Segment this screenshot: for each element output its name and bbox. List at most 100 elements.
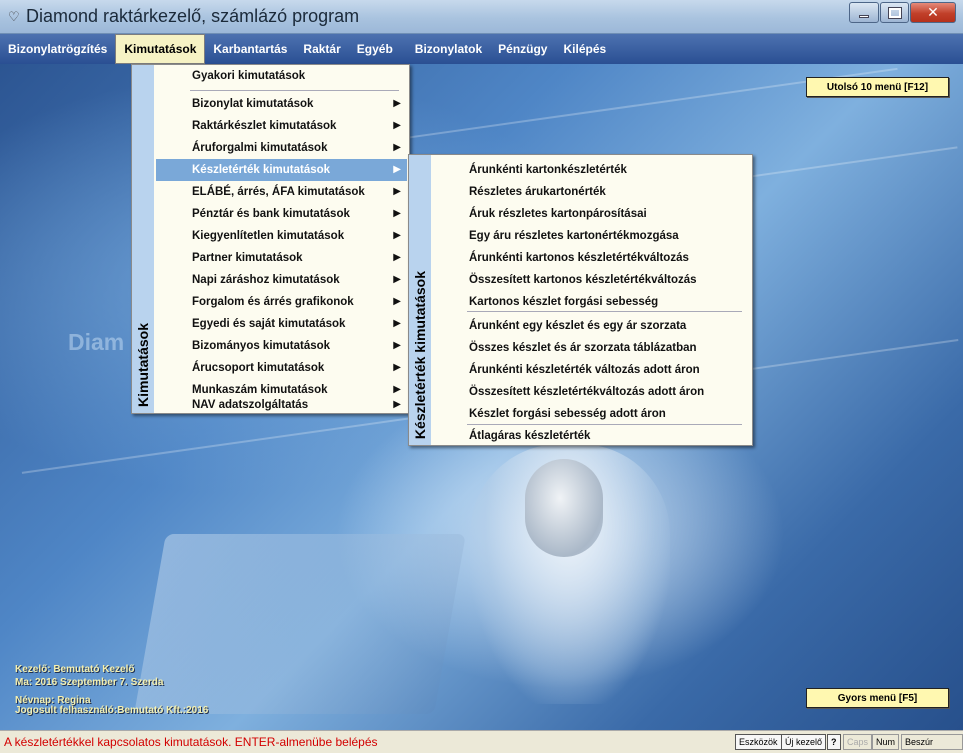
menu-item-label: Gyakori kimutatások [192,70,306,82]
licensed-user-info: Jogosult felhasználó:Bemutató Kft.:2016 [15,705,209,716]
menu2-item-osszesitett-keszletertekvaltozas[interactable]: Összesített kartonos készletértékváltozá… [433,269,750,291]
minimize-button[interactable] [849,2,879,23]
menu-item-label: Áruforgalmi kimutatások [192,142,328,154]
menu2-item-atlagaras-keszletertek[interactable]: Átlagáras készletérték [433,425,750,447]
menu1-item-penztar[interactable]: Pénztár és bank kimutatások ▶ [156,203,407,225]
menu1-item-partner[interactable]: Partner kimutatások ▶ [156,247,407,269]
insert-indicator: Beszúr [901,734,963,750]
menu-raktar[interactable]: Raktár [295,34,348,64]
submenu-arrow-icon: ▶ [393,362,401,373]
menu1-item-elabe[interactable]: ELÁBÉ, árrés, ÁFA kimutatások ▶ [156,181,407,203]
submenu-arrow-icon: ▶ [393,318,401,329]
menu2-item-aruk-kartonparositasai[interactable]: Áruk részletes kartonpárosításai [433,203,750,225]
help-button[interactable]: ? [827,734,841,750]
window-title: Diamond raktárkezelő, számlázó program [26,6,360,26]
menu-separator [190,90,399,91]
minimize-icon [859,15,869,18]
menu1-item-napi-zaras[interactable]: Napi záráshoz kimutatások ▶ [156,269,407,291]
menu1-item-bizomanyos[interactable]: Bizományos kimutatások ▶ [156,335,407,357]
menu2-item-arunkenti-valtozas-adott-aron[interactable]: Árunkénti készletérték változás adott ár… [433,359,750,381]
menu-item-label: Pénztár és bank kimutatások [192,208,350,220]
menu2-item-keszlet-es-ar-szorzata[interactable]: Árunként egy készlet és egy ár szorzata [433,315,750,337]
menu-kilepes[interactable]: Kilépés [555,34,614,64]
menu-item-label: Kiegyenlítetlen kimutatások [192,230,345,242]
menu-bar: Bizonylatrögzítés Kimutatások Karbantart… [0,34,963,64]
keszletertek-submenu: Készletérték kimutatások Árunkénti karto… [408,154,753,446]
menu1-item-egyedi[interactable]: Egyedi és saját kimutatások ▶ [156,313,407,335]
menu-bizonylatrogzites[interactable]: Bizonylatrögzítés [0,34,115,64]
menu-item-label: Bizonylat kimutatások [192,98,314,110]
operator-info: Kezelő: Bemutató Kezelő [15,664,135,675]
submenu-arrow-icon: ▶ [393,208,401,219]
tools-button[interactable]: Eszközök [735,734,782,750]
submenu-arrow-icon: ▶ [393,274,401,285]
menu-item-label: Bizományos kimutatások [192,340,331,352]
menu-penzugy[interactable]: Pénzügy [490,34,555,64]
background-streak [21,416,419,474]
background-monitor [134,534,466,714]
menu1-item-gyakori[interactable]: Gyakori kimutatások [156,65,407,87]
maximize-button[interactable] [880,2,909,23]
submenu-arrow-icon: ▶ [393,340,401,351]
background-watermark: Diam [68,329,125,355]
title-bar: ♡ Diamond raktárkezelő, számlázó program… [0,0,963,34]
menu2-item-osszes-keszlet-tablazat[interactable]: Összes készlet és ár szorzata táblázatba… [433,337,750,359]
kimutatasok-dropdown: Kimutatások Gyakori kimutatások Bizonyla… [131,64,410,414]
menu1-item-grafikonok[interactable]: Forgalom és árrés grafikonok ▶ [156,291,407,313]
menu2-item-kartonos-forgasi-sebesseg[interactable]: Kartonos készlet forgási sebesség [433,291,750,313]
menu-item-label: Napi záráshoz kimutatások [192,274,340,286]
submenu-arrow-icon: ▶ [393,252,401,263]
status-bar: A készletértékkel kapcsolatos kimutatáso… [0,730,963,753]
submenu-arrow-icon: ▶ [393,142,401,153]
submenu-arrow-icon: ▶ [393,186,401,197]
new-operator-button[interactable]: Új kezelő [781,734,827,750]
menu2-item-osszesitett-valtozas-adott-aron[interactable]: Összesített készletértékváltozás adott á… [433,381,750,403]
menu1-item-aruforgalmi[interactable]: Áruforgalmi kimutatások ▶ [156,137,407,159]
menu-item-label: Készletérték kimutatások [192,164,331,176]
menu1-item-bizonylat[interactable]: Bizonylat kimutatások ▶ [156,93,407,115]
menu2-item-arunkenti-kartonkeszletertek[interactable]: Árunkénti kartonkészletérték [433,159,750,181]
quick-menu-button[interactable]: Gyors menü [F5] [806,688,949,708]
submenu-arrow-icon: ▶ [393,120,401,131]
menu1-item-keszletertek[interactable]: Készletérték kimutatások ▶ [156,159,407,181]
menu-karbantartas[interactable]: Karbantartás [205,34,295,64]
menu-item-label: Partner kimutatások [192,252,303,264]
menu-side-band-label: Kimutatások [135,322,151,407]
submenu-side-band-label: Készletérték kimutatások [412,270,428,439]
menu-egyeb[interactable]: Egyéb [349,34,401,64]
submenu-side-band: Készletérték kimutatások [409,155,431,445]
menu1-item-raktarkeszlet[interactable]: Raktárkészlet kimutatások ▶ [156,115,407,137]
close-icon: ✕ [927,4,939,20]
menu-item-label: Árucsoport kimutatások [192,362,325,374]
menu-side-band: Kimutatások [132,65,154,413]
menu1-item-arucsoport[interactable]: Árucsoport kimutatások ▶ [156,357,407,379]
date-info: Ma: 2016 Szeptember 7. Szerda [15,677,164,688]
menu-item-label: NAV adatszolgáltatás [192,399,309,411]
submenu-arrow-icon: ▶ [393,399,401,410]
menu1-item-nav[interactable]: NAV adatszolgáltatás ▶ [156,394,407,416]
menu1-item-kiegyenlitetlen[interactable]: Kiegyenlítetlen kimutatások ▶ [156,225,407,247]
menu2-item-arunkenti-keszletertekvaltozas[interactable]: Árunkénti kartonos készletértékváltozás [433,247,750,269]
submenu-arrow-icon: ▶ [393,164,401,175]
submenu-arrow-icon: ▶ [393,98,401,109]
num-indicator: Num [872,734,900,750]
close-button[interactable]: ✕ [910,2,956,23]
submenu-arrow-icon: ▶ [393,230,401,241]
menu-item-label: Forgalom és árrés grafikonok [192,296,354,308]
maximize-icon [887,6,902,19]
status-text: A készletértékkel kapcsolatos kimutatáso… [4,735,378,749]
menu2-item-egy-aru-kartonertekmozgasa[interactable]: Egy áru részletes kartonértékmozgása [433,225,750,247]
background-person-head [525,459,603,557]
menu2-item-reszletes-arukartonertek[interactable]: Részletes árukartonérték [433,181,750,203]
menu-kimutatasok[interactable]: Kimutatások [115,34,206,64]
menu2-item-forgasi-sebesseg-adott-aron[interactable]: Készlet forgási sebesség adott áron [433,403,750,425]
menu-item-label: Raktárkészlet kimutatások [192,120,337,132]
last10-menu-button[interactable]: Utolsó 10 menü [F12] [806,77,949,97]
menu-item-label: Egyedi és saját kimutatások [192,318,346,330]
submenu-arrow-icon: ▶ [393,296,401,307]
menu-separator [467,311,742,312]
menu-bizonylatok[interactable]: Bizonylatok [407,34,490,64]
menu-item-label: ELÁBÉ, árrés, ÁFA kimutatások [192,186,365,198]
caps-indicator: Caps [843,734,873,750]
diamond-icon[interactable]: ♡ [8,9,20,25]
